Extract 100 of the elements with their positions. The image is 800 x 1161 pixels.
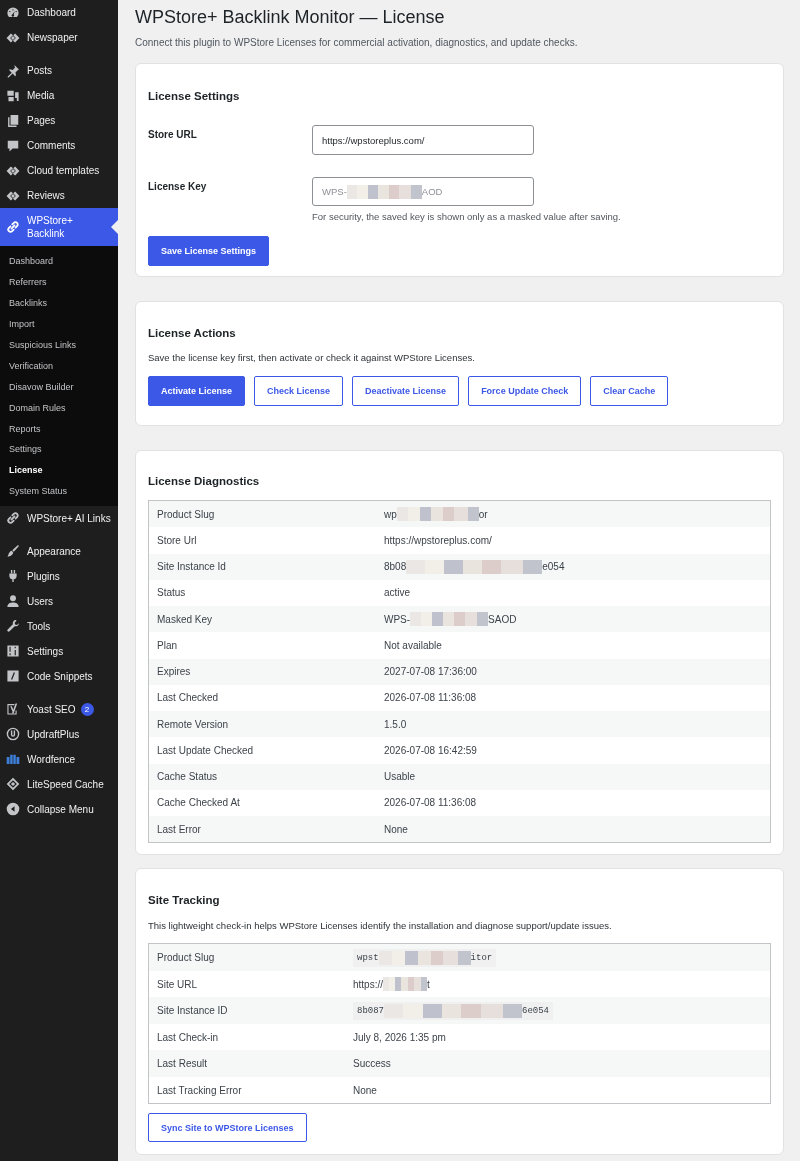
ring-icon [6,727,20,742]
wrench-icon [6,619,20,634]
media-icon [6,88,20,103]
menu-item[interactable]: Newspaper [0,25,118,50]
row-label: Last Result [156,1058,209,1069]
diamond-icon [6,777,20,792]
row-label: Last Update Checked [156,744,255,756]
field-hint: For security, the saved key is shown only as a masked value after saving. [312,211,621,223]
menu-item[interactable]: Reviews [0,183,118,208]
submenu-item[interactable]: Verification [0,355,118,377]
card-description: Save the license key first, then activate or check it against WPStore Licenses. [148,351,476,365]
menu-item[interactable]: Yoast SEO 2 [0,696,118,722]
row-value: None [353,1084,377,1096]
row-value: Success [353,1058,391,1069]
menu-item[interactable]: Settings [0,638,118,664]
menu-item[interactable]: Media [0,83,118,108]
row-label: Site Instance ID [156,1005,229,1016]
menu-item[interactable]: LiteSpeed Cache [0,771,118,797]
row-label: Product Slug [156,508,216,520]
menu-item[interactable]: UpdraftPlus [0,721,118,747]
value-text: SAOD [488,613,517,625]
card-title: License Actions [148,326,237,341]
count-badge: 2 [80,702,94,716]
menu-item[interactable]: Posts [0,58,118,83]
card-title: License Settings [148,89,241,104]
action-button[interactable]: Check License [254,376,344,406]
value-text: 8b08 [384,561,407,573]
value-text: 6e054 [522,1005,550,1016]
menu-item[interactable]: Collapse Menu [0,796,118,822]
value-text: https:// [353,978,383,990]
row-label: Remote Version [156,718,230,730]
user-icon [6,594,20,609]
blurred-text-block [383,977,427,991]
license-key-field[interactable]: WPS- AOD [312,177,534,206]
fence-icon [6,752,20,767]
chain-link-icon [6,511,20,526]
gauge-icon [6,5,20,20]
page-description: Connect this plugin to WPStore Licenses for commercial activation, diagnostics, and update checks. [135,36,579,50]
row-label: Plan [156,639,178,651]
submenu-item[interactable]: Settings [0,439,118,460]
speech-bubble-icon [6,138,20,153]
field-label: License Key [148,180,208,194]
row-value: 2026-07-08 11:36:08 [384,692,477,704]
row-label: Expires [156,666,192,678]
submenu-item[interactable]: Dashboard [0,251,118,272]
row-value: Not available [384,639,442,651]
value-text: itor [470,952,493,963]
value-text: 8b087 [357,1005,384,1016]
action-button[interactable]: Deactivate License [352,376,460,406]
placeholder-text: WPS- [322,186,347,197]
submenu-item[interactable]: Suspicious Links [0,334,118,356]
row-value: 2026-07-08 11:36:08 [384,797,477,809]
row-label: Cache Status [156,771,219,783]
menu-item[interactable]: Cloud templates [0,158,118,183]
submenu-item[interactable]: License [0,459,118,481]
paintbrush-icon [6,544,20,559]
action-button[interactable]: Force Update Check [468,376,582,406]
pages-icon [6,113,20,128]
submenu-item[interactable]: Disavow Builder [0,376,118,398]
row-label: Last Checked [156,692,220,704]
action-button[interactable]: Activate License [148,376,246,406]
value-text: t [427,978,430,990]
page-title: WPStore+ Backlink Monitor — License [135,6,446,28]
logo-tile-icon [6,702,20,717]
save-settings-button[interactable]: Save License Settings [148,236,270,266]
menu-item[interactable]: Appearance [0,538,118,564]
submenu-item[interactable]: Import [0,313,118,335]
row-value: 2027-07-08 17:36:00 [384,666,477,678]
menu-item[interactable]: Pages [0,108,118,133]
row-label: Last Check-in [156,1031,220,1043]
sync-site-button[interactable]: Sync Site to WPStore Licenses [148,1113,307,1143]
submenu-item[interactable]: Domain Rules [0,397,118,419]
menu-item[interactable]: Comments [0,133,118,158]
row-value: 1.5.0 [384,718,407,730]
menu-item[interactable]: WPStore+ Backlink [0,208,118,246]
action-button[interactable]: Clear Cache [590,376,669,406]
sliders-icon [6,644,20,659]
value-text: WPS- [384,613,411,625]
submenu-item[interactable]: Referrers [0,271,118,293]
menu-item[interactable]: Tools [0,613,118,639]
plug-icon [6,569,20,584]
menu-item[interactable]: Plugins [0,563,118,589]
menu-item[interactable]: Code Snippets [0,663,118,689]
store-url-field[interactable]: https://wpstoreplus.com/ [312,125,534,155]
row-label: Masked Key [156,613,214,625]
row-label: Product Slug [156,952,216,963]
submenu-item[interactable]: System Status [0,480,118,502]
row-label: Last Error [156,823,202,835]
row-label: Last Tracking Error [156,1084,243,1096]
menu-item[interactable]: Dashboard [0,0,118,25]
submenu-item[interactable]: Reports [0,418,118,439]
submenu-item[interactable]: Backlinks [0,292,118,314]
row-value: None [384,823,408,835]
card-description: This lightweight check-in helps WPStore Licenses identify the installation and diagnose support/update issues. [148,919,613,934]
menu-item[interactable]: Wordfence [0,746,118,772]
card-title: License Diagnostics [148,474,261,489]
menu-item[interactable]: Users [0,588,118,614]
value-text: e054 [542,561,565,573]
row-value: 2026-07-08 16:42:59 [384,744,477,756]
menu-item[interactable]: WPStore+ AI Links [0,505,118,531]
